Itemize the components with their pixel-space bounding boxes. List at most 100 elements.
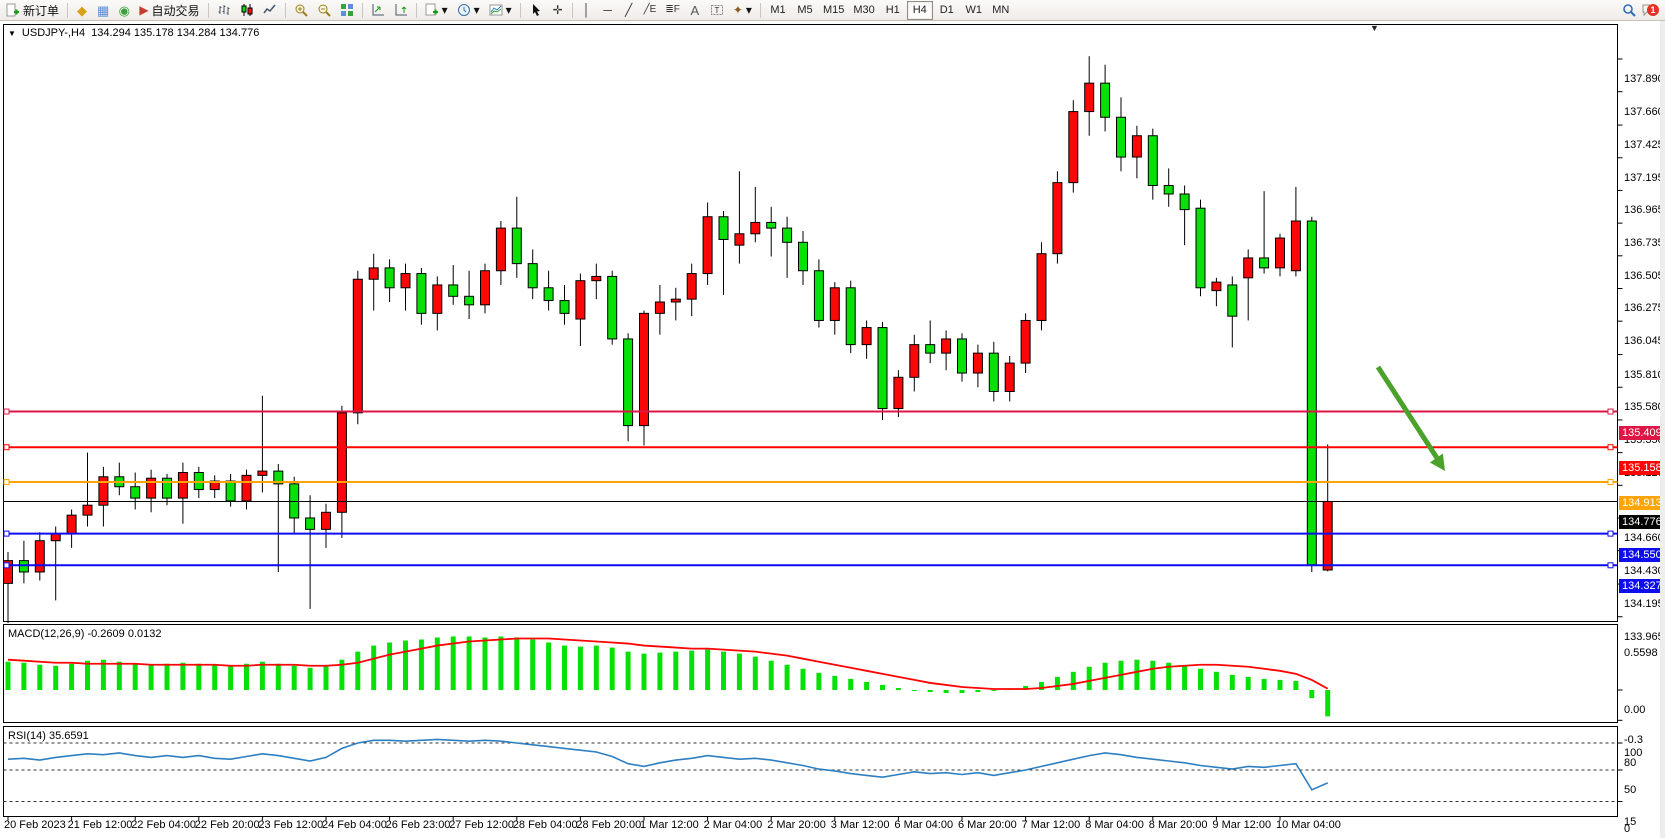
bar-chart-mode-button[interactable] — [213, 1, 235, 20]
macd-bar — [308, 668, 313, 690]
macd-bar — [69, 664, 74, 690]
line-handle[interactable] — [4, 480, 9, 485]
timeframe-m15-button[interactable]: M15 — [819, 1, 848, 20]
template-button[interactable]: ▾ — [485, 1, 516, 20]
tile-windows-button[interactable] — [336, 1, 358, 20]
macd-bar — [387, 643, 392, 690]
macd-bar — [928, 690, 933, 692]
candlestick-mode-button[interactable] — [236, 1, 258, 20]
equidistant-channel-button[interactable]: ╱E — [640, 1, 661, 20]
line-chart-mode-button[interactable] — [259, 1, 281, 20]
rsi-panel[interactable] — [4, 727, 1618, 817]
price-axis-label: 137.890 — [1624, 73, 1664, 85]
date-label: 21 Feb 12:00 — [68, 819, 133, 831]
market-watch-button[interactable]: ▦ — [93, 1, 113, 20]
timeframe-h1-button[interactable]: H1 — [880, 1, 906, 20]
timeframe-m30-button[interactable]: M30 — [849, 1, 878, 20]
cursor-button[interactable] — [525, 1, 547, 20]
text-label-button[interactable]: T — [706, 1, 728, 20]
macd-bar — [1246, 677, 1251, 690]
trendline-icon: ╱ — [625, 4, 632, 16]
candle-body — [1212, 282, 1221, 291]
line-handle[interactable] — [4, 531, 9, 536]
period-button[interactable]: ▾ — [453, 1, 484, 20]
line-handle[interactable] — [1608, 445, 1613, 450]
horizontal-line-button[interactable]: ─ — [598, 1, 618, 20]
macd-bar — [403, 641, 408, 690]
indicator-window-button[interactable] — [390, 1, 412, 20]
macd-bar — [514, 637, 519, 690]
chart-canvas[interactable] — [0, 21, 1665, 838]
price-line-badge[interactable]: 135.158 — [1619, 461, 1665, 475]
line-handle[interactable] — [4, 563, 9, 568]
candle-body — [592, 276, 601, 280]
text-button[interactable]: A — [685, 1, 705, 20]
cursor-icon — [529, 3, 543, 17]
timeframe-w1-button[interactable]: W1 — [961, 1, 987, 20]
toolbar-separator — [208, 3, 209, 18]
candle-body — [306, 518, 315, 529]
crosshair-button[interactable]: ✛ — [548, 1, 568, 20]
candle-body — [640, 313, 649, 425]
line-handle[interactable] — [1608, 409, 1613, 414]
new-order-button[interactable]: 新订单 — [2, 1, 63, 20]
fibonacci-button[interactable]: ≣F — [661, 1, 684, 20]
chart-shift-marker-icon[interactable]: ▼ — [1370, 23, 1379, 33]
timeframe-h4-button[interactable]: H4 — [907, 1, 933, 20]
search-button[interactable] — [1618, 1, 1640, 20]
macd-bar — [991, 690, 996, 691]
candle-body — [337, 413, 346, 512]
candle-body — [353, 279, 362, 413]
candle-body — [878, 328, 887, 409]
macd-bar — [276, 664, 281, 690]
candle-body — [512, 228, 521, 264]
macd-bar — [816, 673, 821, 690]
candle-body — [322, 512, 331, 529]
arrows-button[interactable]: ✦▾ — [729, 1, 756, 20]
candle-body — [178, 473, 187, 499]
main-chart-panel[interactable] — [4, 25, 1618, 622]
charts-group-button[interactable]: ◆ — [72, 1, 92, 20]
price-axis-label: 136.965 — [1624, 204, 1664, 216]
line-chart-icon — [263, 3, 277, 17]
candle-body — [799, 242, 808, 270]
candle-body — [783, 228, 792, 242]
vertical-line-button[interactable]: │ — [577, 1, 597, 20]
line-handle[interactable] — [1608, 480, 1613, 485]
macd-bar — [769, 661, 774, 690]
line-handle[interactable] — [4, 409, 9, 414]
auto-trading-button[interactable]: ▶ 自动交易 — [135, 1, 203, 20]
zoom-out-button[interactable] — [313, 1, 335, 20]
candle-body — [926, 345, 935, 354]
line-handle[interactable] — [4, 445, 9, 450]
price-line-badge[interactable]: 134.550 — [1619, 548, 1665, 562]
trendline-button[interactable]: ╱ — [619, 1, 639, 20]
macd-bar — [467, 636, 472, 690]
chart-context-arrow-icon[interactable]: ▼ — [8, 29, 16, 38]
new-chart-button[interactable]: ▾ — [421, 1, 452, 20]
candle-body — [624, 339, 633, 426]
zoom-in-button[interactable] — [290, 1, 312, 20]
timeframe-d1-button[interactable]: D1 — [934, 1, 960, 20]
line-handle[interactable] — [1608, 531, 1613, 536]
line-handle[interactable] — [1608, 563, 1613, 568]
candle-body — [973, 353, 982, 373]
macd-bar — [149, 665, 154, 690]
notifications-button[interactable]: 1 — [1641, 3, 1655, 17]
timeframe-mn-button[interactable]: MN — [988, 1, 1014, 20]
timeframe-m5-button[interactable]: M5 — [792, 1, 818, 20]
price-line-badge[interactable]: 134.327 — [1619, 579, 1665, 593]
price-line-badge[interactable]: 134.913 — [1619, 496, 1665, 510]
timeframe-m1-button[interactable]: M1 — [765, 1, 791, 20]
macd-bar — [785, 665, 790, 690]
candle-body — [83, 505, 92, 515]
macd-bar — [1309, 690, 1314, 698]
price-axis-label: 133.965 — [1624, 631, 1664, 643]
price-line-badge[interactable]: 135.409 — [1619, 426, 1665, 440]
candle-body — [910, 345, 919, 378]
navigator-button[interactable]: ◉ — [114, 1, 134, 20]
macd-bar — [1103, 663, 1108, 690]
indicators-button[interactable] — [367, 1, 389, 20]
equidistant-channel-icon: ╱E — [644, 5, 657, 15]
auto-trading-icon: ▶ — [139, 4, 148, 16]
